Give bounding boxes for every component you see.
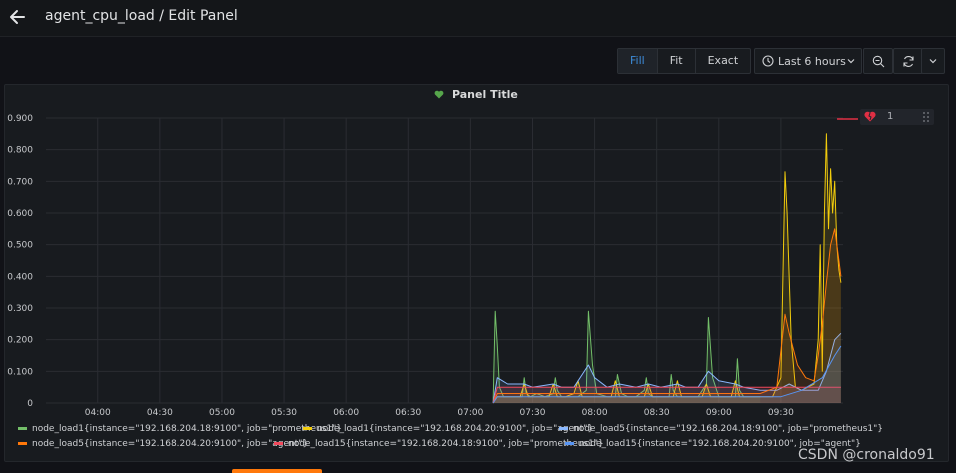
legend-swatch <box>274 442 283 445</box>
chevron-down-icon <box>847 59 855 64</box>
y-tick-label: 0.100 <box>7 367 33 377</box>
back-arrow-icon[interactable] <box>8 7 28 27</box>
clock-icon <box>762 55 774 67</box>
x-tick-label: 05:00 <box>209 408 235 418</box>
watermark: CSDN @cronaldo91 <box>798 447 935 463</box>
y-tick-label: 0.300 <box>7 304 33 314</box>
x-tick-label: 04:30 <box>147 408 173 418</box>
panel-title-text: Panel Title <box>451 88 518 101</box>
legend-item[interactable]: node_load5{instance="192.168.204.18:9100… <box>559 424 883 434</box>
x-tick-label: 07:00 <box>457 408 483 418</box>
time-series-chart[interactable]: 0 0.100 0.200 0.300 0.400 0.500 0.600 0.700 0.80… <box>0 105 956 425</box>
x-tick-label: 06:00 <box>333 408 359 418</box>
legend-item[interactable]: node_load15{instance="192.168.204.18:910… <box>274 439 604 449</box>
threshold-value: 1 <box>887 111 894 122</box>
time-range-label: Last 6 hours <box>778 54 846 68</box>
heart-icon <box>434 90 444 99</box>
x-tick-label: 09:30 <box>768 408 794 418</box>
y-tick-label: 0.900 <box>7 114 33 124</box>
y-tick-label: 0.800 <box>7 146 33 156</box>
y-tick-label: 0.200 <box>7 336 33 346</box>
legend-swatch <box>18 442 27 445</box>
x-tick-label: 08:30 <box>644 408 670 418</box>
x-tick-label: 05:30 <box>271 408 297 418</box>
drag-handle-icon[interactable] <box>922 111 930 123</box>
query-tab-indicator <box>232 469 322 473</box>
x-tick-label: 07:30 <box>520 408 546 418</box>
refresh-icon <box>902 55 914 67</box>
x-tick-label: 09:00 <box>706 408 732 418</box>
x-tick-label: 08:00 <box>582 408 608 418</box>
y-tick-label: 0.500 <box>7 241 33 251</box>
time-range-picker[interactable]: Last 6 hours <box>754 48 862 74</box>
zoom-out-button[interactable] <box>863 48 893 74</box>
y-tick-label: 0.700 <box>7 177 33 187</box>
page-title: agent_cpu_load / Edit Panel <box>45 8 238 24</box>
x-tick-label: 04:00 <box>85 408 111 418</box>
legend-item[interactable]: node_load1{instance="192.168.204.20:9100… <box>303 424 593 434</box>
fill-button[interactable]: Fill <box>618 49 658 73</box>
legend-swatch <box>559 427 568 430</box>
panel-title[interactable]: Panel Title <box>0 88 952 101</box>
legend-swatch <box>303 427 312 430</box>
legend-swatch <box>565 442 574 445</box>
y-tick-label: 0.400 <box>7 272 33 282</box>
refresh-button[interactable] <box>893 48 923 74</box>
view-mode-group: Fill Fit Exact <box>617 48 752 74</box>
alert-threshold-handle[interactable]: 1 <box>860 109 934 125</box>
x-tick-label: 06:30 <box>395 408 421 418</box>
y-tick-label: 0 <box>27 399 33 409</box>
zoom-out-icon <box>872 55 884 67</box>
y-tick-label: 0.600 <box>7 209 33 219</box>
legend-item[interactable]: node_load5{instance="192.168.204.20:9100… <box>18 439 308 449</box>
chevron-down-icon <box>929 59 937 64</box>
fit-button[interactable]: Fit <box>658 49 696 73</box>
legend-swatch <box>18 427 27 430</box>
top-bar: agent_cpu_load / Edit Panel <box>0 0 956 37</box>
refresh-interval-dropdown[interactable] <box>921 48 945 74</box>
legend-item[interactable]: node_load1{instance="192.168.204.18:9100… <box>18 424 342 434</box>
exact-button[interactable]: Exact <box>696 49 751 73</box>
broken-heart-icon <box>864 111 876 122</box>
